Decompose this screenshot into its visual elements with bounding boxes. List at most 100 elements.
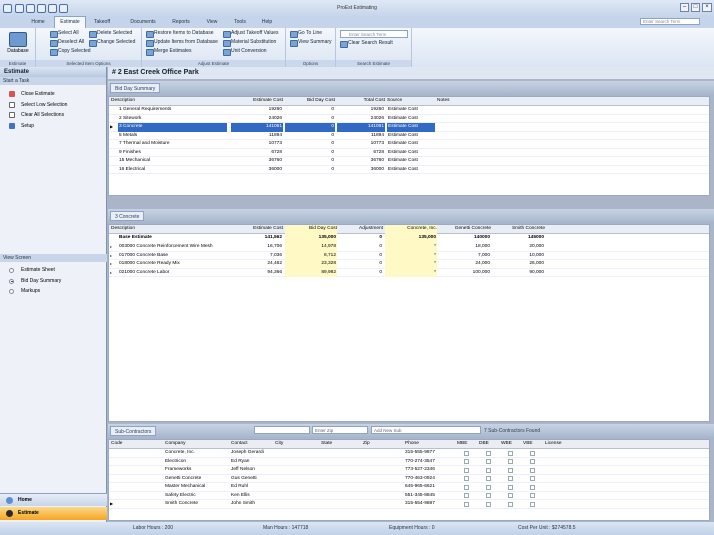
- table-row[interactable]: 9 Finishes 6728 0 6728 Estimate Cost: [109, 149, 709, 157]
- checkbox[interactable]: [530, 484, 535, 490]
- column-header[interactable]: WBE: [501, 440, 523, 449]
- update-items-button[interactable]: Update Items from Database: [145, 38, 218, 47]
- checkbox[interactable]: [464, 484, 469, 490]
- task-clear-selections[interactable]: Clear All Selections: [0, 110, 106, 121]
- table-row[interactable]: 15 Mechanical 36760 0 36760 Estimate Cost: [109, 157, 709, 166]
- database-button[interactable]: Database: [0, 48, 36, 54]
- column-header[interactable]: Bid Day Cost: [285, 97, 335, 106]
- checkbox[interactable]: [508, 459, 513, 464]
- tab-home[interactable]: Home: [24, 17, 52, 28]
- task-setup[interactable]: Setup: [0, 121, 106, 132]
- column-header[interactable]: Genetti Concrete: [439, 225, 491, 234]
- column-header[interactable]: Source: [387, 97, 435, 106]
- tab-reports[interactable]: Reports: [166, 17, 196, 28]
- nav-home[interactable]: Home: [0, 493, 107, 506]
- tab-concrete[interactable]: 3 Concrete: [110, 211, 145, 221]
- checkbox[interactable]: [530, 493, 535, 498]
- column-header[interactable]: Description: [111, 97, 227, 106]
- restore-items-button[interactable]: Restore Items to Database: [145, 29, 213, 38]
- checkbox[interactable]: [508, 450, 513, 456]
- tab-takeoff[interactable]: Takeoff: [88, 17, 116, 28]
- table-row[interactable]: ▸ 017000 Concrete Base 7,036 8,712 0 * 7,000 10…: [109, 251, 709, 260]
- table-row[interactable]: Master Mechanical Ed Ruhl 645-965-6621: [109, 483, 709, 492]
- add-sub-input[interactable]: Add New Sub: [371, 426, 481, 434]
- delete-selected-button[interactable]: Delete Selected: [88, 29, 132, 38]
- view-estimate-sheet[interactable]: Estimate Sheet: [0, 265, 107, 276]
- task-select-low[interactable]: Select Low Selection: [0, 100, 106, 111]
- column-header[interactable]: Adjustment: [339, 225, 383, 234]
- table-row[interactable]: 7 Thermal and Moisture 10773 0 10773 Estimat…: [109, 140, 709, 149]
- adjust-takeoff-button[interactable]: Adjust Takeoff Values: [222, 29, 279, 38]
- column-header[interactable]: Estimate Cost: [231, 225, 283, 234]
- tab-help[interactable]: Help: [256, 17, 278, 28]
- checkbox[interactable]: [486, 484, 491, 490]
- column-header[interactable]: Bid Day Cost: [285, 225, 337, 234]
- table-row[interactable]: Frameworks Jeff Nelson 773-527-2346: [109, 466, 709, 475]
- maximize-icon[interactable]: □: [691, 3, 700, 12]
- column-header[interactable]: DBE: [479, 440, 501, 449]
- unit-conversion-button[interactable]: Unit Conversion: [222, 47, 267, 56]
- column-header[interactable]: Smith Concrete: [493, 225, 545, 234]
- tab-bid-day-summary[interactable]: Bid Day Summary: [110, 83, 161, 93]
- zip-input[interactable]: Enter Zip: [312, 426, 368, 434]
- checkbox[interactable]: [530, 459, 535, 464]
- tab-tools[interactable]: Tools: [228, 17, 252, 28]
- checkbox[interactable]: [464, 493, 469, 498]
- table-row[interactable]: ▸ 018000 Concrete Ready Mix 24,462 23,328 0 *…: [109, 260, 709, 269]
- checkbox[interactable]: [486, 467, 491, 473]
- table-row[interactable]: 3 Concrete 141061 0 141061 Estimate Cost ▶: [109, 123, 709, 132]
- checkbox[interactable]: [530, 476, 535, 481]
- base-estimate-row[interactable]: Base Estimate 141,562 135,000 0 135,000 14000…: [109, 234, 709, 243]
- column-header[interactable]: VBE: [523, 440, 545, 449]
- column-header[interactable]: Phone: [405, 440, 455, 449]
- checkbox[interactable]: [508, 467, 513, 473]
- column-header[interactable]: Code: [111, 440, 163, 449]
- table-row[interactable]: 1 General Requirements 19260 0 19260 Estimat…: [109, 106, 709, 115]
- column-header[interactable]: City: [275, 440, 319, 449]
- estimate-search-input[interactable]: Enter Search Term: [340, 30, 408, 38]
- search-input[interactable]: Enter Search Term: [640, 18, 700, 25]
- checkbox[interactable]: [508, 476, 513, 481]
- view-markups[interactable]: Markups: [0, 286, 107, 297]
- material-substitution-button[interactable]: Material Substitution: [222, 38, 276, 47]
- clear-search-button[interactable]: Clear Search Result: [339, 39, 393, 48]
- table-row[interactable]: ▸ 021000 Concrete Labor 94,366 89,982 0 * 100,…: [109, 268, 709, 277]
- view-summary-button[interactable]: View Summary: [289, 38, 332, 47]
- merge-estimates-button[interactable]: Merge Estimates: [145, 47, 192, 56]
- checkbox[interactable]: [486, 450, 491, 456]
- checkbox[interactable]: [464, 476, 469, 481]
- column-header[interactable]: Total Cost: [337, 97, 385, 106]
- checkbox[interactable]: [486, 493, 491, 498]
- tab-documents[interactable]: Documents: [124, 17, 162, 28]
- database-icon[interactable]: [9, 32, 27, 47]
- close-icon[interactable]: ×: [702, 3, 712, 12]
- checkbox[interactable]: [530, 450, 535, 456]
- checkbox[interactable]: [486, 459, 491, 464]
- copy-selected-button[interactable]: Copy Selected: [49, 47, 91, 56]
- tab-estimate[interactable]: Estimate: [54, 16, 86, 28]
- task-close-estimate[interactable]: Close Estimate: [0, 89, 106, 100]
- checkbox[interactable]: [508, 493, 513, 498]
- tab-view[interactable]: View: [200, 17, 224, 28]
- column-header[interactable]: Concrete, Inc.: [385, 225, 437, 234]
- go-to-line-button[interactable]: Go To Line: [289, 29, 322, 38]
- checkbox[interactable]: [530, 467, 535, 473]
- column-header[interactable]: Company: [165, 440, 229, 449]
- checkbox[interactable]: [464, 501, 469, 507]
- change-selected-button[interactable]: Change Selected: [88, 38, 135, 47]
- table-row[interactable]: ▸ 003000 Concrete Reinforcement Wire Mesh…: [109, 243, 709, 252]
- checkbox[interactable]: [464, 459, 469, 464]
- table-row[interactable]: 16 Electrical 36000 0 36000 Estimate Cost: [109, 166, 709, 174]
- table-row[interactable]: Safety Electric Ken Ellis 551-345-8845: [109, 492, 709, 500]
- sub-filter-select[interactable]: [254, 426, 310, 434]
- checkbox[interactable]: [508, 484, 513, 490]
- deselect-all-button[interactable]: Deselect All: [49, 38, 84, 47]
- checkbox[interactable]: [508, 501, 513, 507]
- minimize-icon[interactable]: –: [680, 3, 689, 12]
- column-header[interactable]: Estimate Cost: [231, 97, 283, 106]
- column-header[interactable]: Notes: [437, 97, 709, 106]
- view-bid-day-summary[interactable]: Bid Day Summary: [0, 276, 107, 287]
- table-row[interactable]: Electricon Ed Ryan 770-274-3547: [109, 458, 709, 466]
- column-header[interactable]: License: [545, 440, 605, 449]
- checkbox[interactable]: [486, 501, 491, 507]
